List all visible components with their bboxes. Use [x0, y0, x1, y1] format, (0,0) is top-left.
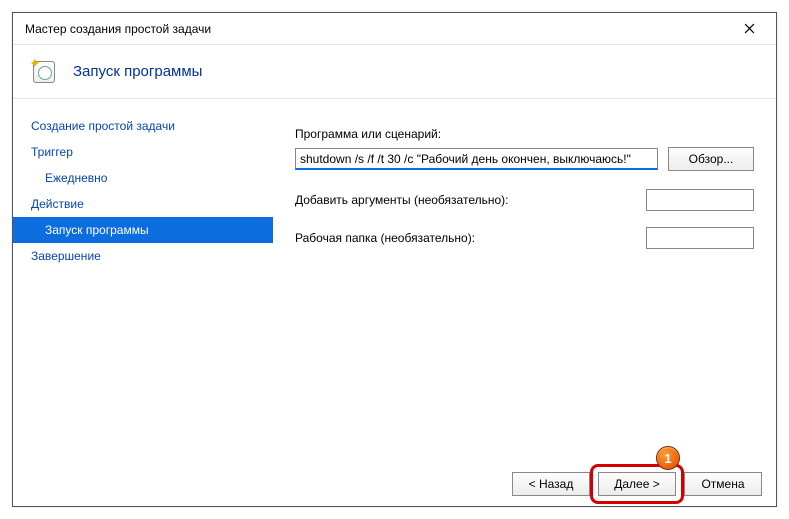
titlebar: Мастер создания простой задачи — [13, 13, 776, 45]
window-title: Мастер создания простой задачи — [25, 22, 730, 36]
startdir-row: Рабочая папка (необязательно): — [295, 227, 754, 249]
back-button[interactable]: < Назад — [512, 472, 590, 496]
page-title: Запуск программы — [73, 63, 202, 80]
step-start-program[interactable]: Запуск программы — [13, 217, 273, 243]
next-button[interactable]: Далее > — [598, 472, 676, 496]
program-row: Обзор... — [295, 147, 754, 171]
task-icon: ✦ — [31, 57, 61, 87]
wizard-header: ✦ Запуск программы — [13, 45, 776, 99]
arguments-label: Добавить аргументы (необязательно): — [295, 193, 646, 207]
content-panel: Программа или сценарий: Обзор... Добавит… — [273, 99, 776, 462]
annotation-badge: 1 — [656, 446, 680, 470]
program-label: Программа или сценарий: — [295, 127, 754, 141]
cancel-button[interactable]: Отмена — [684, 472, 762, 496]
startdir-label: Рабочая папка (необязательно): — [295, 231, 646, 245]
wizard-body: Создание простой задачи Триггер Ежедневн… — [13, 99, 776, 462]
arguments-row: Добавить аргументы (необязательно): — [295, 189, 754, 211]
next-highlight: Далее > 1 — [598, 472, 676, 496]
wizard-window: Мастер создания простой задачи ✦ Запуск … — [12, 12, 777, 507]
startdir-input[interactable] — [646, 227, 754, 249]
step-action[interactable]: Действие — [13, 191, 273, 217]
close-button[interactable] — [730, 14, 768, 44]
step-sidebar: Создание простой задачи Триггер Ежедневн… — [13, 99, 273, 462]
step-create-task[interactable]: Создание простой задачи — [13, 113, 273, 139]
arguments-input[interactable] — [646, 189, 754, 211]
browse-button[interactable]: Обзор... — [668, 147, 754, 171]
wizard-footer: < Назад Далее > 1 Отмена — [13, 462, 776, 506]
step-daily[interactable]: Ежедневно — [13, 165, 273, 191]
step-finish[interactable]: Завершение — [13, 243, 273, 269]
step-trigger[interactable]: Триггер — [13, 139, 273, 165]
program-input[interactable] — [295, 148, 658, 170]
